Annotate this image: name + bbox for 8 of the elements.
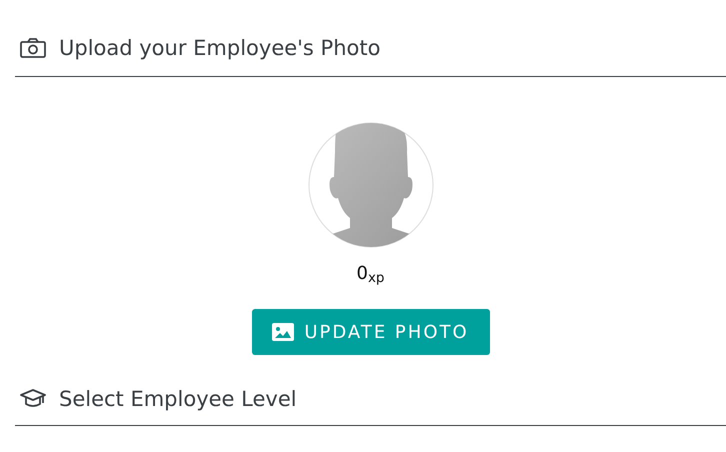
section-title: Select Employee Level xyxy=(59,386,297,413)
avatar-silhouette-icon xyxy=(308,122,434,248)
graduation-cap-icon xyxy=(20,389,46,409)
section-title: Upload your Employee's Photo xyxy=(59,35,380,62)
image-icon xyxy=(272,323,294,341)
camera-icon xyxy=(20,38,46,58)
xp-points: 0$_{xp}$ xyxy=(356,262,384,287)
update-photo-button[interactable]: UPDATE PHOTO xyxy=(252,309,490,355)
